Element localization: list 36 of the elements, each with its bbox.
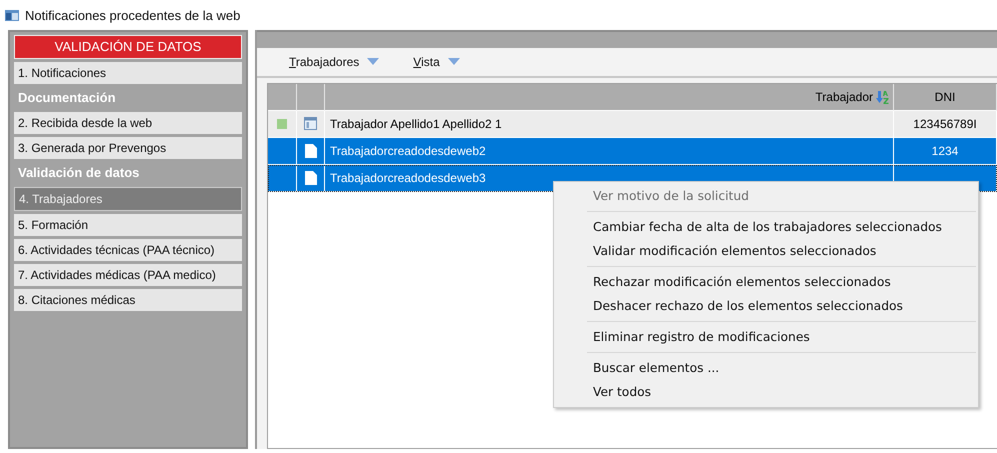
sidebar-item[interactable]: 8. Citaciones médicas xyxy=(14,289,242,311)
sidebar-item[interactable]: 5. Formación xyxy=(14,214,242,236)
column-header[interactable] xyxy=(297,84,325,110)
sidebar-item[interactable]: 4. Trabajadores xyxy=(14,187,242,211)
section-heading: Validación de datos xyxy=(17,164,140,182)
sidebar-item[interactable]: 7. Actividades médicas (PAA medico) xyxy=(14,264,242,286)
column-header[interactable]: Trabajador xyxy=(325,84,894,110)
column-header[interactable]: DNI xyxy=(894,84,997,110)
column-title: Trabajador xyxy=(815,90,873,104)
dropdown-arrow-icon xyxy=(448,58,460,66)
section-banner: VALIDACIÓN DE DATOS xyxy=(14,35,242,59)
menu-item[interactable]: Deshacer rechazo de los elementos seleccionados xyxy=(554,294,978,318)
table-cell: Trabajador Apellido1 Apellido2 1 xyxy=(325,110,894,138)
sidebar-item[interactable]: 6. Actividades técnicas (PAA técnico) xyxy=(14,239,242,261)
dropdown-arrow-icon xyxy=(367,58,380,66)
window-icon xyxy=(5,10,19,20)
sort-icon xyxy=(876,90,889,104)
menu-button[interactable]: Vista xyxy=(413,54,460,69)
table-cell: 123456789I xyxy=(894,110,997,138)
sidebar-item[interactable]: 1. Notificaciones xyxy=(14,62,242,84)
menu-item[interactable]: Eliminar registro de modificaciones xyxy=(554,325,978,349)
menu-button[interactable]: Trabajadores xyxy=(289,54,380,69)
menu-item[interactable]: Validar modificación elementos seleccionados xyxy=(554,239,978,263)
table-row[interactable]: Trabajador Apellido1 Apellido2 1 123456789I xyxy=(268,110,997,138)
column-header[interactable] xyxy=(268,84,297,110)
menu-item[interactable]: Rechazar modificación elementos seleccionados xyxy=(554,270,978,294)
section-heading: Documentación xyxy=(17,89,117,107)
table-row[interactable]: Trabajadorcreadodesdeweb2 1234 xyxy=(268,138,997,164)
table-cell: Trabajadorcreadodesdeweb2 xyxy=(325,138,894,164)
table-cell: 1234 xyxy=(894,138,997,164)
menu-item[interactable]: Cambiar fecha de alta de los trabajadores seleccionados xyxy=(554,215,978,239)
sidebar-item[interactable]: 3. Generada por Prevengos xyxy=(14,137,242,159)
menu-item[interactable]: Buscar elementos ... xyxy=(554,356,978,380)
menu-item[interactable]: Ver todos xyxy=(554,380,978,404)
window-title: Notificaciones procedentes de la web xyxy=(25,8,240,22)
sidebar-item[interactable]: 2. Recibida desde la web xyxy=(14,112,242,134)
